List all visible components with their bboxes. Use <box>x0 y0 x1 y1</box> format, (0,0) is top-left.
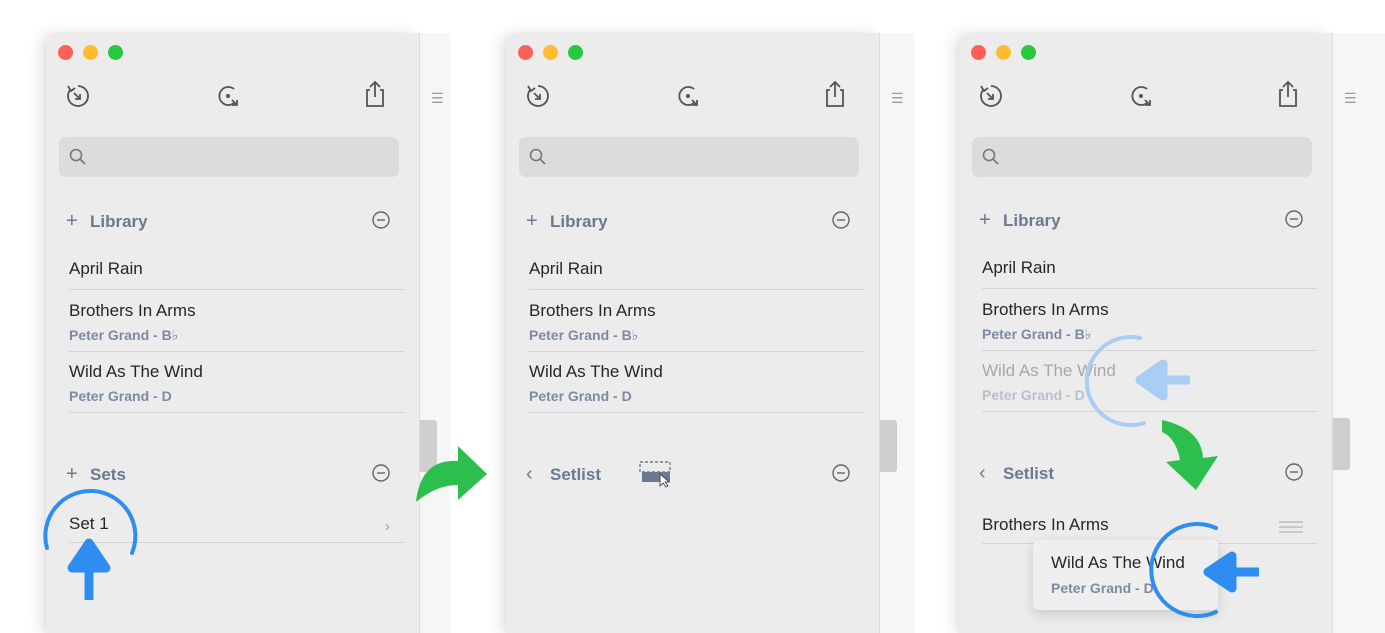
set-item-set-1[interactable]: Set 1 › <box>69 514 404 543</box>
resize-handle[interactable] <box>420 420 437 472</box>
add-set-icon[interactable]: + <box>66 463 90 486</box>
add-library-icon[interactable]: + <box>66 210 90 233</box>
collapse-library-icon[interactable] <box>831 210 851 230</box>
content-strip-1: ☰ <box>419 33 450 633</box>
dragged-song-row[interactable]: Wild As The Wind Peter Grand - D <box>1033 540 1218 610</box>
window-controls <box>518 45 583 60</box>
zoom-button[interactable] <box>108 45 123 60</box>
window-controls <box>971 45 1036 60</box>
back-chevron-icon[interactable]: ‹ <box>526 463 550 486</box>
share-icon[interactable] <box>822 79 848 114</box>
content-strip-3: ☰ <box>1332 33 1385 633</box>
sync-left-icon[interactable] <box>64 82 92 115</box>
search-field[interactable] <box>59 137 399 177</box>
library-item-april-rain[interactable]: April Rain <box>529 259 864 290</box>
library-item-brothers-in-arms[interactable]: Brothers In Arms Peter Grand - B♭ <box>529 301 864 352</box>
library-label: Library <box>1003 211 1061 230</box>
search-icon <box>69 148 86 165</box>
add-library-icon[interactable]: + <box>979 209 1003 232</box>
back-chevron-icon[interactable]: ‹ <box>979 462 1003 485</box>
sync-right-icon[interactable] <box>214 82 242 115</box>
collapse-library-icon[interactable] <box>371 210 391 230</box>
window-controls <box>58 45 123 60</box>
library-label: Library <box>90 212 148 231</box>
sidebar-window-1: + Library April Rain Brothers In Arms Pet… <box>46 33 419 633</box>
library-header: + Library <box>526 210 851 234</box>
add-library-icon[interactable]: + <box>526 210 550 233</box>
reorder-handle-icon[interactable] <box>1279 521 1303 533</box>
setlist-header: ‹ Setlist <box>979 462 1304 486</box>
library-label: Library <box>550 212 608 231</box>
sync-right-icon[interactable] <box>1127 82 1155 115</box>
sidebar-window-2: + Library April Rain Brothers In Arms Pet… <box>506 33 879 633</box>
sidebar-menu-icon[interactable]: ☰ <box>431 90 444 107</box>
library-item-wild-as-the-wind[interactable]: Wild As The Wind Peter Grand - D <box>69 362 404 413</box>
minimize-button[interactable] <box>83 45 98 60</box>
library-item-brothers-in-arms[interactable]: Brothers In Arms Peter Grand - B♭ <box>982 300 1317 351</box>
close-button[interactable] <box>58 45 73 60</box>
search-field[interactable] <box>519 137 859 177</box>
library-item-brothers-in-arms[interactable]: Brothers In Arms Peter Grand - B♭ <box>69 301 404 352</box>
library-item-april-rain[interactable]: April Rain <box>69 259 404 290</box>
resize-handle[interactable] <box>1333 418 1350 470</box>
minimize-button[interactable] <box>543 45 558 60</box>
share-icon[interactable] <box>362 79 388 114</box>
search-icon <box>529 148 546 165</box>
setlist-label: Setlist <box>1003 464 1055 483</box>
setlist-header: ‹ Setlist <box>526 461 851 488</box>
zoom-button[interactable] <box>1021 45 1036 60</box>
collapse-library-icon[interactable] <box>1284 209 1304 229</box>
content-strip-2: ☰ <box>879 33 914 633</box>
setlist-label: Setlist <box>550 465 602 484</box>
sync-left-icon[interactable] <box>524 82 552 115</box>
library-header: + Library <box>979 209 1304 233</box>
library-item-wild-as-the-wind[interactable]: Wild As The Wind Peter Grand - D <box>982 361 1317 412</box>
sets-header: + Sets <box>66 463 391 487</box>
share-icon[interactable] <box>1275 79 1301 114</box>
collapse-setlist-icon[interactable] <box>831 463 851 483</box>
sync-left-icon[interactable] <box>977 82 1005 115</box>
search-field[interactable] <box>972 137 1312 177</box>
chevron-right-icon: › <box>384 518 390 535</box>
sets-label: Sets <box>90 465 126 484</box>
drop-target-icon <box>639 461 671 488</box>
close-button[interactable] <box>971 45 986 60</box>
sidebar-menu-icon[interactable]: ☰ <box>1344 90 1357 107</box>
library-item-wild-as-the-wind[interactable]: Wild As The Wind Peter Grand - D <box>529 362 864 413</box>
minimize-button[interactable] <box>996 45 1011 60</box>
library-header: + Library <box>66 210 391 234</box>
search-icon <box>982 148 999 165</box>
sidebar-menu-icon[interactable]: ☰ <box>891 90 904 107</box>
close-button[interactable] <box>518 45 533 60</box>
zoom-button[interactable] <box>568 45 583 60</box>
sync-right-icon[interactable] <box>674 82 702 115</box>
resize-handle[interactable] <box>880 420 897 472</box>
collapse-sets-icon[interactable] <box>371 463 391 483</box>
collapse-setlist-icon[interactable] <box>1284 462 1304 482</box>
library-item-april-rain[interactable]: April Rain <box>982 258 1317 289</box>
